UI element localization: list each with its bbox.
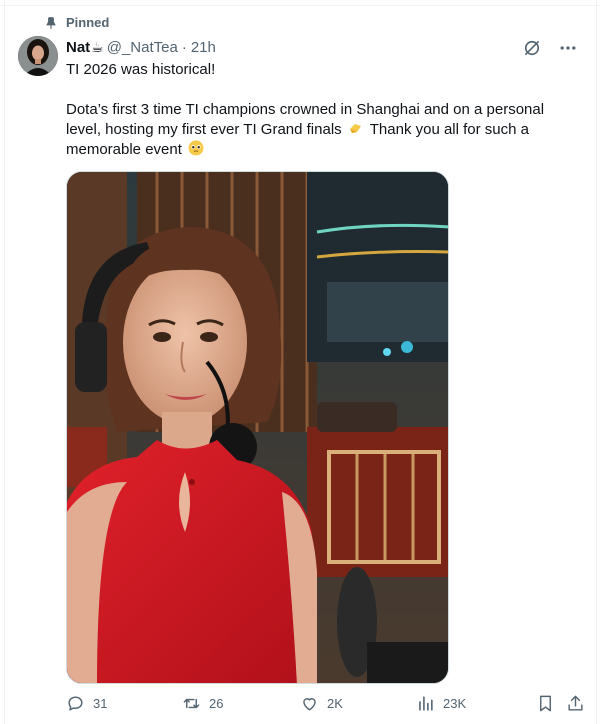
tweet-header: Nat ☕ @_NatTea · 21h — [66, 37, 580, 57]
retweet-count: 26 — [209, 696, 224, 711]
like-icon — [303, 698, 316, 711]
separator-dot: · — [181, 38, 187, 56]
pleading-face-emoji-icon — [188, 140, 204, 156]
author-handle[interactable]: @_NatTea — [107, 39, 178, 56]
divider — [0, 5, 600, 6]
views-icon — [419, 696, 433, 711]
views-count: 23K — [443, 696, 467, 711]
tweet-photo[interactable] — [66, 171, 449, 684]
retweet-icon — [183, 698, 200, 709]
timestamp[interactable]: 21h — [191, 39, 216, 56]
share-button[interactable] — [566, 694, 585, 713]
reply-icon — [68, 696, 83, 711]
tweet-action-bar: 31 26 2K 23K — [66, 694, 586, 716]
avatar[interactable] — [18, 36, 58, 76]
reply-button[interactable]: 31 — [66, 694, 107, 713]
author-name[interactable]: Nat — [66, 39, 90, 56]
tweet-text: TI 2026 was historical! Dota’s first 3 t… — [66, 60, 566, 180]
share-icon — [568, 695, 583, 711]
pinned-indicator: Pinned — [44, 15, 109, 30]
tweet-line-2: Dota’s first 3 time TI champions crowned… — [66, 100, 566, 160]
bookmark-icon — [540, 695, 551, 712]
coffee-emoji: ☕ — [91, 38, 104, 55]
pin-icon — [46, 16, 56, 29]
like-button[interactable]: 2K — [300, 694, 343, 713]
reply-count: 31 — [93, 696, 108, 711]
bookmark-button[interactable] — [536, 694, 555, 713]
tweet-line-1: TI 2026 was historical! — [66, 61, 216, 78]
retweet-button[interactable]: 26 — [182, 694, 223, 713]
tada-emoji-icon — [349, 124, 361, 133]
like-count: 2K — [327, 696, 343, 711]
photo-content — [67, 172, 448, 683]
pinned-label: Pinned — [66, 15, 110, 30]
views-button[interactable]: 23K — [416, 694, 466, 713]
